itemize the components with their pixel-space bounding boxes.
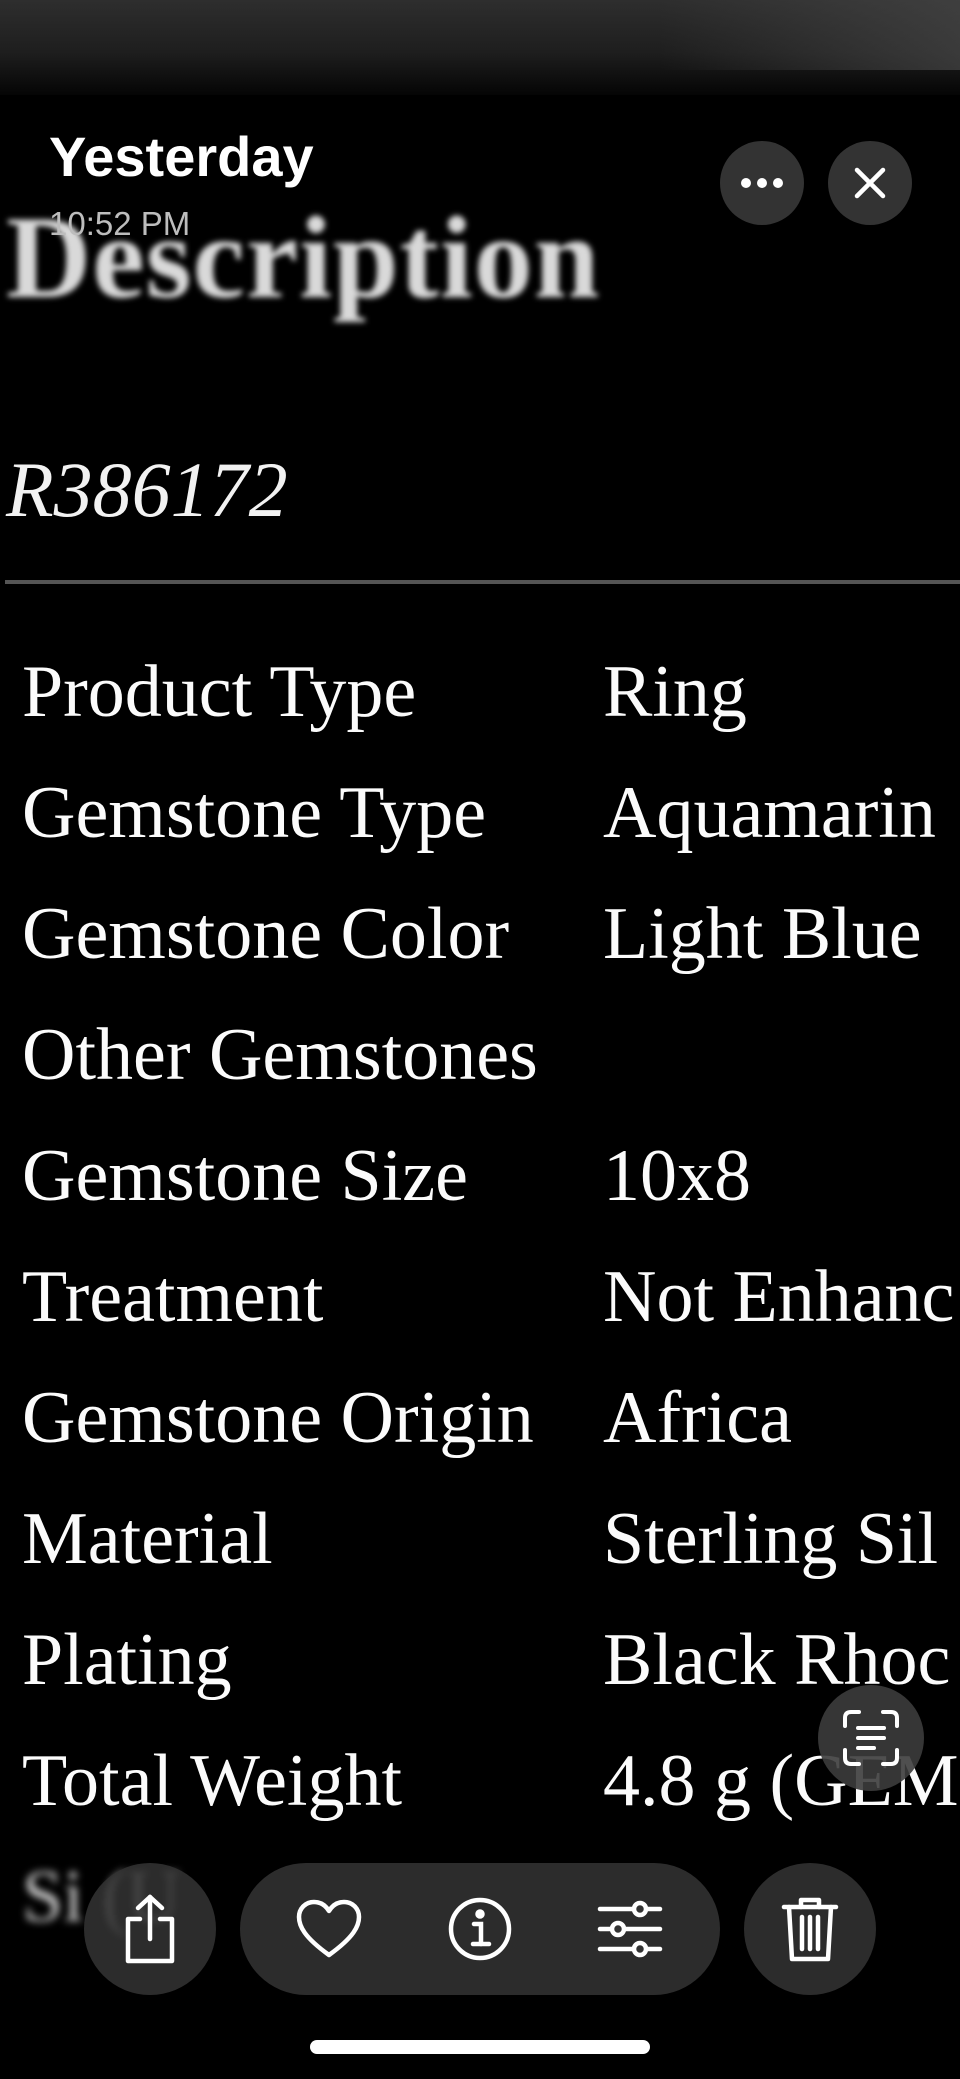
- divider: [5, 580, 960, 584]
- more-options-button[interactable]: [720, 141, 804, 225]
- spec-row: Gemstone Type Aquamarin: [0, 771, 960, 871]
- close-button[interactable]: [828, 141, 912, 225]
- spec-row: Gemstone Color Light Blue: [0, 892, 960, 992]
- spec-value: Ring: [603, 651, 747, 733]
- home-indicator[interactable]: [310, 2040, 650, 2054]
- share-button[interactable]: [84, 1863, 216, 1995]
- ellipsis-icon: [741, 178, 783, 188]
- spec-label: Plating: [22, 1619, 232, 1701]
- spec-row: Material Sterling Sil: [0, 1497, 960, 1597]
- spec-row: Gemstone Origin Africa: [0, 1376, 960, 1476]
- spec-label: Material: [22, 1498, 273, 1580]
- spec-row: Gemstone Size 10x8: [0, 1134, 960, 1234]
- favorite-button[interactable]: [293, 1893, 365, 1965]
- share-icon: [125, 1894, 175, 1964]
- close-icon: [854, 167, 886, 199]
- spec-value: Black Rhoc: [603, 1619, 951, 1701]
- photo-content: Description R386172 Product Type Ring Ge…: [0, 0, 960, 2079]
- adjust-button[interactable]: [594, 1893, 666, 1965]
- spec-label: Other Gemstones: [22, 1014, 538, 1096]
- date-title: Yesterday: [49, 125, 314, 188]
- delete-button[interactable]: [744, 1863, 876, 1995]
- photo-action-bar: [240, 1863, 720, 1995]
- spec-label: Treatment: [22, 1256, 324, 1338]
- spec-row: Product Type Ring: [0, 650, 960, 750]
- spec-row: Treatment Not Enhanc: [0, 1255, 960, 1355]
- spec-label: Gemstone Color: [22, 893, 510, 975]
- info-button[interactable]: [444, 1893, 516, 1965]
- spec-value: Aquamarin: [603, 772, 936, 854]
- spec-label: Gemstone Size: [22, 1135, 468, 1217]
- product-sku: R386172: [6, 446, 288, 533]
- spec-value: Light Blue: [603, 893, 922, 975]
- spec-label: Total Weight: [22, 1740, 403, 1822]
- trash-icon: [781, 1897, 839, 1962]
- sliders-icon: [597, 1900, 663, 1958]
- spec-row: Plating Black Rhoc: [0, 1618, 960, 1718]
- spec-value: Africa: [603, 1377, 792, 1459]
- spec-label: Gemstone Type: [22, 772, 487, 854]
- time-label: 10:52 PM: [49, 205, 191, 242]
- spec-value: 10x8: [603, 1135, 751, 1217]
- live-text-icon: [843, 1710, 899, 1766]
- live-text-button[interactable]: [818, 1685, 924, 1791]
- spec-row: Other Gemstones: [0, 1013, 960, 1113]
- spec-label: Product Type: [22, 651, 417, 733]
- spec-row: Total Weight 4.8 g (GEM: [0, 1739, 960, 1839]
- info-icon: [448, 1897, 512, 1961]
- spec-value: Not Enhanc: [603, 1256, 955, 1338]
- heart-icon: [296, 1899, 362, 1958]
- spec-label: Gemstone Origin: [22, 1377, 534, 1459]
- spec-value: Sterling Sil: [603, 1498, 939, 1580]
